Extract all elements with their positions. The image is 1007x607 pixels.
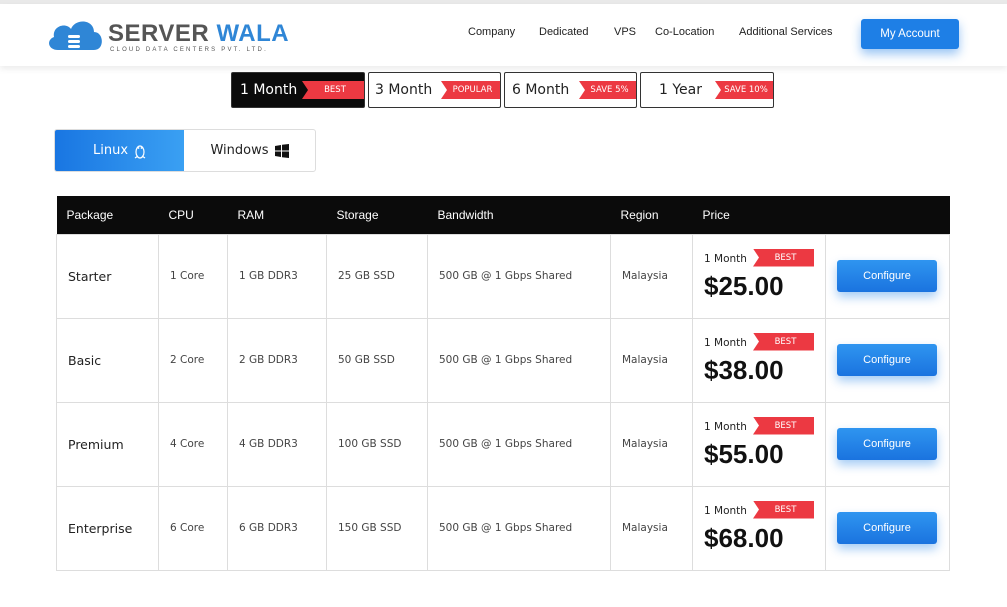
cell-storage: 150 GB SSD xyxy=(326,485,428,571)
cell-bandwidth: 500 GB @ 1 Gbps Shared xyxy=(427,401,611,487)
table-row: Starter 1 Core 1 GB DDR3 25 GB SSD 500 G… xyxy=(56,233,950,319)
cell-region: Malaysia xyxy=(610,233,693,319)
cloud-logo-icon xyxy=(49,21,102,50)
table-row: Premium 4 Core 4 GB DDR3 100 GB SSD 500 … xyxy=(56,401,950,487)
cell-ram: 2 GB DDR3 xyxy=(227,317,327,403)
header-package: Package xyxy=(56,196,159,234)
period-1-month[interactable]: 1 Month BEST xyxy=(231,72,365,108)
cell-cpu: 6 Core xyxy=(158,485,228,571)
price-period: 1 Month xyxy=(704,336,747,349)
cell-ram: 4 GB DDR3 xyxy=(227,401,327,487)
header-ram: RAM xyxy=(227,196,327,234)
cell-price: 1 Month BEST $68.00 xyxy=(692,485,826,571)
period-6-month[interactable]: 6 Month SAVE 5% xyxy=(504,72,637,108)
tab-label: Windows xyxy=(210,143,269,158)
period-tag: POPULAR xyxy=(441,81,500,99)
price-tag: BEST xyxy=(753,500,814,519)
header-action xyxy=(825,196,950,234)
configure-button[interactable]: Configure xyxy=(837,512,937,544)
period-1-year[interactable]: 1 Year SAVE 10% xyxy=(640,72,774,108)
header-region: Region xyxy=(610,196,693,234)
tab-linux[interactable]: Linux xyxy=(55,130,184,171)
cell-region: Malaysia xyxy=(610,485,693,571)
tab-windows[interactable]: Windows xyxy=(184,130,315,171)
pricing-table: Package CPU RAM Storage Bandwidth Region… xyxy=(56,196,950,571)
cell-package: Basic xyxy=(56,317,159,403)
windows-icon xyxy=(274,143,289,158)
header-price: Price xyxy=(692,196,826,234)
price-amount: $25.00 xyxy=(704,270,784,301)
nav-co-location[interactable]: Co-Location xyxy=(655,26,714,38)
price-tag: BEST xyxy=(753,416,814,435)
price-period: 1 Month xyxy=(704,504,747,517)
nav-company[interactable]: Company xyxy=(468,26,515,38)
tab-label: Linux xyxy=(92,143,129,158)
price-tag: BEST xyxy=(753,248,814,267)
price-tag: BEST xyxy=(753,332,814,351)
cell-action: Configure xyxy=(825,233,950,319)
header-bandwidth: Bandwidth xyxy=(427,196,611,234)
cell-action: Configure xyxy=(825,317,950,403)
linux-icon xyxy=(134,144,146,159)
period-tag: BEST xyxy=(302,81,364,99)
cell-bandwidth: 500 GB @ 1 Gbps Shared xyxy=(427,233,611,319)
nav-additional-services[interactable]: Additional Services xyxy=(739,26,833,38)
cell-storage: 25 GB SSD xyxy=(326,233,428,319)
period-tag: SAVE 10% xyxy=(715,81,773,99)
nav-dedicated[interactable]: Dedicated xyxy=(539,26,589,38)
cell-cpu: 1 Core xyxy=(158,233,228,319)
period-3-month[interactable]: 3 Month POPULAR xyxy=(368,72,501,108)
cell-package: Enterprise xyxy=(56,485,159,571)
brand-name: SERVER WALA xyxy=(108,20,290,47)
table-row: Enterprise 6 Core 6 GB DDR3 150 GB SSD 5… xyxy=(56,485,950,571)
my-account-button[interactable]: My Account xyxy=(861,19,959,49)
cell-region: Malaysia xyxy=(610,401,693,487)
configure-button[interactable]: Configure xyxy=(837,428,937,460)
cell-storage: 50 GB SSD xyxy=(326,317,428,403)
site-header: SERVER WALA CLOUD DATA CENTERS PVT. LTD.… xyxy=(0,4,1007,66)
cell-price: 1 Month BEST $25.00 xyxy=(692,233,826,319)
cell-ram: 6 GB DDR3 xyxy=(227,485,327,571)
price-amount: $55.00 xyxy=(704,438,784,469)
table-row: Basic 2 Core 2 GB DDR3 50 GB SSD 500 GB … xyxy=(56,317,950,403)
cell-ram: 1 GB DDR3 xyxy=(227,233,327,319)
cell-bandwidth: 500 GB @ 1 Gbps Shared xyxy=(427,485,611,571)
cell-cpu: 4 Core xyxy=(158,401,228,487)
cell-package: Starter xyxy=(56,233,159,319)
logo[interactable]: SERVER WALA CLOUD DATA CENTERS PVT. LTD. xyxy=(44,14,289,58)
cell-action: Configure xyxy=(825,401,950,487)
cell-price: 1 Month BEST $55.00 xyxy=(692,401,826,487)
cell-region: Malaysia xyxy=(610,317,693,403)
header-storage: Storage xyxy=(326,196,428,234)
price-period: 1 Month xyxy=(704,420,747,433)
configure-button[interactable]: Configure xyxy=(837,344,937,376)
cell-price: 1 Month BEST $38.00 xyxy=(692,317,826,403)
period-label: 6 Month xyxy=(512,82,570,98)
period-label: 1 Year xyxy=(659,82,702,98)
cell-storage: 100 GB SSD xyxy=(326,401,428,487)
cell-cpu: 2 Core xyxy=(158,317,228,403)
brand-tagline: CLOUD DATA CENTERS PVT. LTD. xyxy=(110,47,268,53)
header-cpu: CPU xyxy=(158,196,228,234)
cell-action: Configure xyxy=(825,485,950,571)
cell-package: Premium xyxy=(56,401,159,487)
price-amount: $68.00 xyxy=(704,522,784,553)
os-selector: Linux Windows xyxy=(54,129,316,172)
nav-vps[interactable]: VPS xyxy=(614,26,636,38)
configure-button[interactable]: Configure xyxy=(837,260,937,292)
cell-bandwidth: 500 GB @ 1 Gbps Shared xyxy=(427,317,611,403)
price-period: 1 Month xyxy=(704,252,747,265)
period-tag: SAVE 5% xyxy=(579,81,636,99)
table-header: Package CPU RAM Storage Bandwidth Region… xyxy=(56,196,950,234)
period-label: 1 Month xyxy=(240,82,298,98)
price-amount: $38.00 xyxy=(704,354,784,385)
period-label: 3 Month xyxy=(375,82,433,98)
